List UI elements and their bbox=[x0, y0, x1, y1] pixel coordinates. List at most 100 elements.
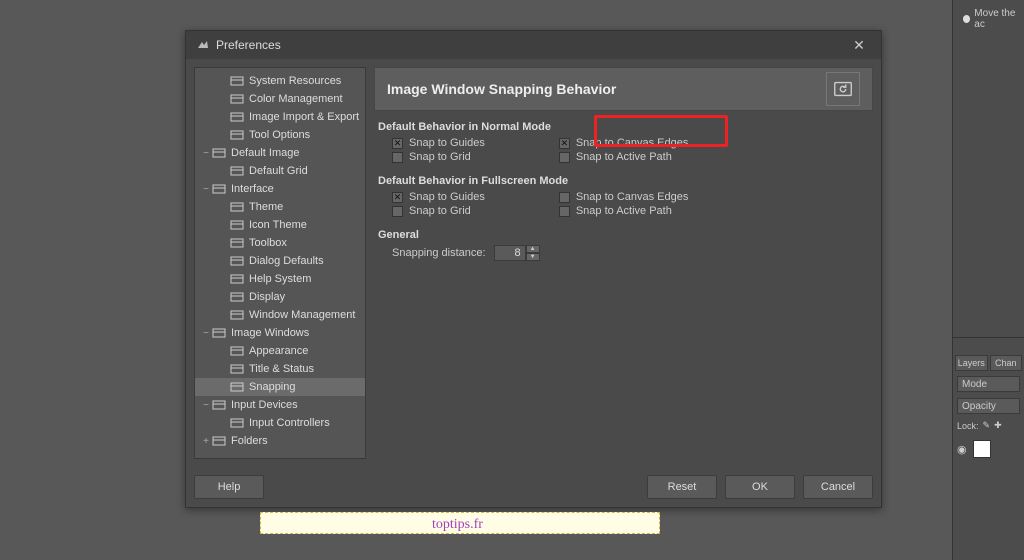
spinner-down[interactable]: ▼ bbox=[526, 253, 540, 261]
checkbox-icon[interactable] bbox=[559, 138, 570, 149]
tree-item-label: Display bbox=[249, 291, 285, 303]
tree-item-snapping[interactable]: Snapping bbox=[195, 378, 365, 396]
plus-icon[interactable]: ✚ bbox=[994, 420, 1002, 431]
tree-item-theme[interactable]: Theme bbox=[195, 198, 365, 216]
panel-header: Image Window Snapping Behavior bbox=[374, 67, 873, 111]
panel-title: Image Window Snapping Behavior bbox=[387, 81, 826, 97]
settings-panel: Image Window Snapping Behavior Default B… bbox=[374, 67, 873, 459]
checkbox-label: Snap to Guides bbox=[409, 191, 485, 203]
tree-item-label: Help System bbox=[249, 273, 311, 285]
watermark-text: toptips.fr bbox=[432, 517, 483, 533]
checkbox-label: Snap to Guides bbox=[409, 137, 485, 149]
app-icon bbox=[196, 38, 210, 52]
help-button[interactable]: Help bbox=[194, 475, 264, 499]
checkbox-icon[interactable] bbox=[559, 152, 570, 163]
fullscreen-check-snap-to-canvas-edges[interactable]: Snap to Canvas Edges bbox=[559, 191, 689, 203]
tree-item-help-system[interactable]: Help System bbox=[195, 270, 365, 288]
tree-item-input-devices[interactable]: −Input Devices bbox=[195, 396, 365, 414]
tree-node-icon bbox=[229, 344, 245, 358]
normal-check-snap-to-canvas-edges[interactable]: Snap to Canvas Edges bbox=[559, 137, 689, 149]
cancel-button[interactable]: Cancel bbox=[803, 475, 873, 499]
tree-item-interface[interactable]: − Interface bbox=[195, 180, 365, 198]
section-normal-title: Default Behavior in Normal Mode bbox=[378, 121, 869, 133]
tab-channels[interactable]: Chan bbox=[990, 355, 1023, 371]
tree-item-default-image[interactable]: − Default Image bbox=[195, 144, 365, 162]
spinner-up[interactable]: ▲ bbox=[526, 245, 540, 253]
tree-item-label: Interface bbox=[231, 183, 274, 195]
mode-field[interactable]: Mode bbox=[957, 376, 1020, 392]
checkbox-label: Snap to Grid bbox=[409, 205, 471, 217]
snapping-distance-spinner[interactable]: ▲ ▼ bbox=[494, 245, 540, 261]
dialog-title: Preferences bbox=[216, 38, 281, 52]
tree-item-folders[interactable]: +Folders bbox=[195, 432, 365, 450]
radio-dot-icon[interactable] bbox=[963, 15, 970, 23]
checkbox-icon[interactable] bbox=[392, 206, 403, 217]
tab-layers[interactable]: Layers bbox=[955, 355, 988, 371]
lock-label: Lock: bbox=[957, 421, 979, 431]
checkbox-icon[interactable] bbox=[392, 138, 403, 149]
checkbox-icon[interactable] bbox=[392, 152, 403, 163]
fullscreen-check-snap-to-active-path[interactable]: Snap to Active Path bbox=[559, 205, 689, 217]
tree-item-appearance[interactable]: Appearance bbox=[195, 342, 365, 360]
normal-check-snap-to-guides[interactable]: Snap to Guides bbox=[392, 137, 485, 149]
tree-item-label: Appearance bbox=[249, 345, 308, 357]
tree-item-toolbox[interactable]: Toolbox bbox=[195, 234, 365, 252]
tree-node-icon bbox=[211, 326, 227, 340]
snapping-distance-input[interactable] bbox=[494, 245, 526, 261]
tree-item-label: Tool Options bbox=[249, 129, 310, 141]
expander-icon[interactable]: − bbox=[201, 328, 211, 339]
dialog-footer: Help Reset OK Cancel bbox=[186, 467, 881, 507]
category-tree[interactable]: System Resources Color Management Image Im… bbox=[194, 67, 366, 459]
tree-item-image-import-export[interactable]: Image Import & Export bbox=[195, 108, 365, 126]
move-label: Move the ac bbox=[974, 8, 1024, 30]
tree-item-image-windows[interactable]: −Image Windows bbox=[195, 324, 365, 342]
reset-panel-icon[interactable] bbox=[826, 72, 860, 106]
tree-item-default-grid[interactable]: Default Grid bbox=[195, 162, 365, 180]
tree-item-label: System Resources bbox=[249, 75, 341, 87]
reset-button[interactable]: Reset bbox=[647, 475, 717, 499]
tree-item-title-status[interactable]: Title & Status bbox=[195, 360, 365, 378]
preferences-dialog: Preferences ✕ System Resources Color Mana… bbox=[185, 30, 882, 508]
expander-icon[interactable]: − bbox=[201, 400, 211, 411]
section-fullscreen-title: Default Behavior in Fullscreen Mode bbox=[378, 175, 869, 187]
close-button[interactable]: ✕ bbox=[847, 37, 871, 54]
checkbox-icon[interactable] bbox=[559, 206, 570, 217]
panel-body: Default Behavior in Normal Mode Snap to … bbox=[374, 111, 873, 459]
checkbox-icon[interactable] bbox=[392, 192, 403, 203]
expander-icon[interactable]: − bbox=[201, 184, 211, 195]
tree-item-label: Dialog Defaults bbox=[249, 255, 324, 267]
tree-item-display[interactable]: Display bbox=[195, 288, 365, 306]
tree-item-color-management[interactable]: Color Management bbox=[195, 90, 365, 108]
checkbox-label: Snap to Active Path bbox=[576, 205, 672, 217]
tree-item-system-resources[interactable]: System Resources bbox=[195, 72, 365, 90]
tree-node-icon bbox=[229, 290, 245, 304]
snapping-distance-row: Snapping distance: ▲ ▼ bbox=[392, 245, 869, 261]
expander-icon[interactable]: + bbox=[201, 436, 211, 447]
normal-check-snap-to-active-path[interactable]: Snap to Active Path bbox=[559, 151, 689, 163]
eye-icon[interactable]: ◉ bbox=[957, 443, 967, 456]
tree-item-window-management[interactable]: Window Management bbox=[195, 306, 365, 324]
brush-icon[interactable]: ✎ bbox=[983, 420, 991, 431]
tree-item-label: Default Image bbox=[231, 147, 299, 159]
expander-icon[interactable]: − bbox=[201, 148, 211, 159]
tree-item-dialog-defaults[interactable]: Dialog Defaults bbox=[195, 252, 365, 270]
dock-tabs: Layers Chan bbox=[955, 355, 1022, 371]
checkbox-icon[interactable] bbox=[559, 192, 570, 203]
lock-row: Lock: ✎ ✚ bbox=[957, 420, 1024, 431]
tool-option-move: Move the ac bbox=[963, 8, 1024, 30]
tree-item-label: Title & Status bbox=[249, 363, 314, 375]
layer-row[interactable]: ◉ bbox=[957, 440, 1024, 458]
tree-item-icon-theme[interactable]: Icon Theme bbox=[195, 216, 365, 234]
layer-thumbnail[interactable] bbox=[973, 440, 991, 458]
normal-check-snap-to-grid[interactable]: Snap to Grid bbox=[392, 151, 485, 163]
tree-node-icon bbox=[229, 128, 245, 142]
opacity-field[interactable]: Opacity bbox=[957, 398, 1020, 414]
fullscreen-check-snap-to-grid[interactable]: Snap to Grid bbox=[392, 205, 485, 217]
tree-item-label: Image Import & Export bbox=[249, 111, 359, 123]
tree-item-input-controllers[interactable]: Input Controllers bbox=[195, 414, 365, 432]
fullscreen-check-snap-to-guides[interactable]: Snap to Guides bbox=[392, 191, 485, 203]
tree-node-icon bbox=[229, 236, 245, 250]
tree-item-tool-options[interactable]: Tool Options bbox=[195, 126, 365, 144]
ok-button[interactable]: OK bbox=[725, 475, 795, 499]
tree-node-icon bbox=[229, 416, 245, 430]
